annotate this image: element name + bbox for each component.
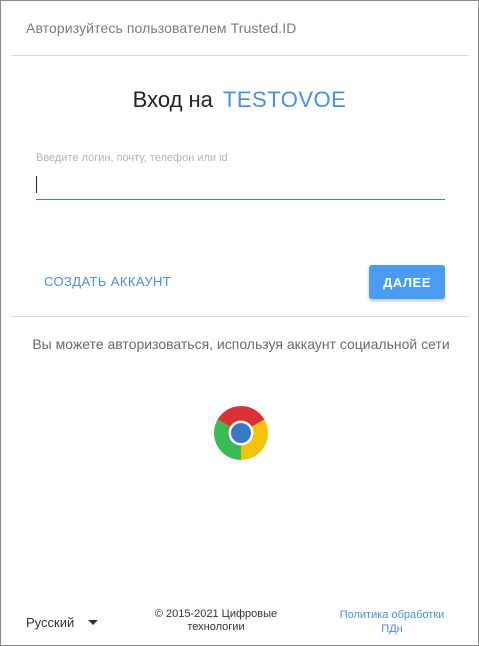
login-input[interactable] <box>36 171 445 199</box>
login-field: Введите логин, почту, телефон или id <box>36 151 445 201</box>
login-window: Авторизуйтесь пользователем Trusted.ID В… <box>0 0 479 646</box>
copyright-line-1: © 2015-2021 Цифровые <box>154 608 278 620</box>
text-caret <box>36 176 37 193</box>
social-login-text: Вы можете авторизоваться, используя акка… <box>32 336 450 352</box>
privacy-policy-link[interactable]: Политика обработки ПДн <box>327 608 457 636</box>
page-title: Вход на TESTOVOE <box>1 87 478 113</box>
login-field-underline <box>36 199 445 200</box>
header-title: Авторизуйтесь пользователем Trusted.ID <box>26 20 297 36</box>
login-field-label: Введите логин, почту, телефон или id <box>36 152 228 164</box>
page-title-prefix: Вход на <box>132 87 213 112</box>
section-divider <box>11 316 469 317</box>
copyright-line-2: технологии <box>187 621 245 633</box>
language-selector[interactable]: Русский <box>26 615 99 630</box>
chrome-icon <box>213 405 269 460</box>
header-divider <box>11 55 469 56</box>
policy-line-2: ПДн <box>381 623 403 635</box>
language-label: Русский <box>26 615 75 630</box>
chevron-down-icon <box>88 620 99 625</box>
header: Авторизуйтесь пользователем Trusted.ID <box>1 1 478 56</box>
copyright: © 2015-2021 Цифровые технологии <box>141 608 291 634</box>
next-button[interactable]: ДАЛЕЕ <box>369 265 445 299</box>
create-account-button[interactable]: СОЗДАТЬ АККАУНТ <box>36 265 179 299</box>
policy-line-1: Политика обработки <box>339 609 445 621</box>
app-name: TESTOVOE <box>222 87 347 112</box>
social-login-chrome-button[interactable] <box>213 405 269 461</box>
